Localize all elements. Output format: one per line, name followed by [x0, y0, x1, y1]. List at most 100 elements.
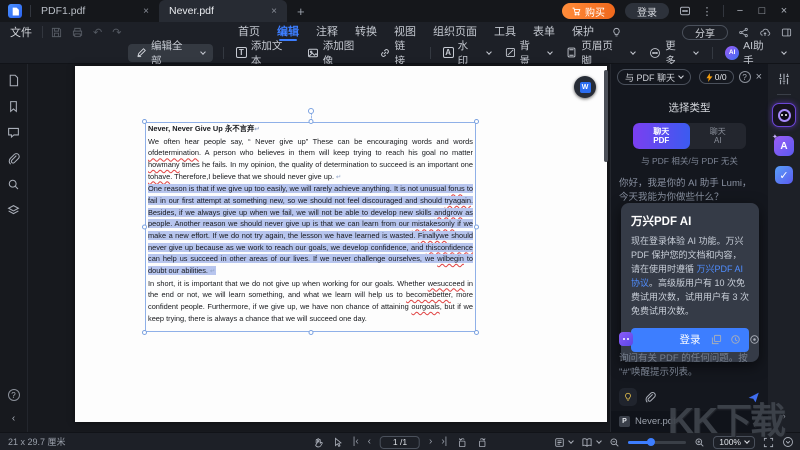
rotate-right-icon[interactable] — [476, 437, 487, 448]
resize-handle-nw[interactable] — [142, 119, 147, 124]
panel-toggle-icon[interactable] — [781, 27, 792, 38]
attach-file-icon[interactable] — [644, 391, 656, 403]
chat-pdf-toggle[interactable]: 聊天 PDF — [633, 123, 690, 149]
select-tool-icon[interactable] — [333, 437, 344, 448]
ai-panel-header: 与 PDF 聊天 0/0 ? × — [611, 64, 768, 90]
document-paragraph[interactable]: One reason is that if we give up too eas… — [148, 183, 473, 277]
zoom-out-icon[interactable] — [609, 437, 620, 448]
new-tab-button[interactable]: + — [297, 4, 305, 19]
rotate-left-icon[interactable] — [456, 437, 467, 448]
add-image-button[interactable]: 添加图像 — [307, 38, 365, 68]
cloud-upload-icon[interactable] — [759, 27, 771, 38]
auto-scroll-icon[interactable] — [782, 436, 794, 448]
misspelled-word: tohave — [148, 172, 170, 181]
resize-handle-w[interactable] — [142, 225, 147, 230]
paragraph-mark: ↵ — [254, 126, 259, 133]
zoom-level-select[interactable]: 100% — [713, 436, 755, 449]
background-button[interactable]: 背景 — [505, 38, 553, 68]
help-icon[interactable]: ? — [739, 71, 751, 83]
zoom-slider[interactable] — [628, 441, 686, 444]
tips-lamp-icon[interactable] — [611, 27, 622, 38]
watermark-button[interactable]: A 水印 — [443, 38, 491, 68]
edit-all-button[interactable]: 编辑全部 — [128, 44, 213, 62]
attached-file-chip[interactable]: P Never.pdf — [611, 411, 768, 432]
resize-handle-se[interactable] — [474, 330, 479, 335]
statusbar: 21 x 29.7 厘米 |‹ ‹ 1 /1 › ›| 100% — [0, 432, 800, 450]
document-area[interactable]: Never, Never Give Up 永不言弃↵We often hear … — [28, 64, 610, 432]
header-footer-button[interactable]: 页眉页脚 — [566, 38, 635, 68]
zoom-slider-knob[interactable] — [647, 438, 655, 446]
convert-to-word-button[interactable]: W — [574, 76, 596, 98]
document-title[interactable]: Never, Never Give Up 永不言弃↵ — [148, 123, 473, 136]
prompt-library-icon[interactable] — [619, 332, 633, 346]
ai-proofread-icon[interactable]: ✓ — [775, 166, 793, 184]
bookmark-icon[interactable] — [7, 100, 20, 113]
ai-assistant-lumi-icon[interactable] — [772, 103, 796, 127]
fit-screen-icon[interactable] — [763, 437, 774, 448]
selected-text-block[interactable]: Never, Never Give Up 永不言弃↵We often hear … — [145, 122, 476, 332]
document-paragraph[interactable]: We often hear people say, “ Never give u… — [148, 136, 473, 184]
next-page-button[interactable]: › — [429, 437, 432, 447]
last-page-button[interactable]: ›| — [441, 437, 447, 447]
settings-target-icon[interactable] — [749, 334, 760, 345]
resize-handle-ne[interactable] — [474, 119, 479, 124]
kebab-menu-icon[interactable]: ⋮ — [701, 5, 713, 18]
idea-bulb-icon[interactable] — [619, 388, 637, 406]
redo-icon[interactable]: ↷ — [112, 26, 121, 39]
history-icon[interactable] — [730, 334, 741, 345]
new-chat-icon[interactable] — [711, 334, 722, 345]
chevron-down-icon — [630, 49, 636, 55]
document-paragraph[interactable]: In short, it is important that we do not… — [148, 278, 473, 325]
chat-ai-toggle[interactable]: 聊天 AI — [690, 123, 747, 149]
link-button[interactable]: 链接 — [379, 38, 416, 68]
resize-handle-s[interactable] — [308, 330, 313, 335]
close-window-button[interactable]: × — [778, 5, 790, 17]
hand-tool-icon[interactable] — [313, 437, 324, 448]
first-page-button[interactable]: |‹ — [353, 437, 359, 447]
undo-icon[interactable]: ↶ — [93, 26, 102, 39]
prev-page-button[interactable]: ‹ — [368, 437, 371, 447]
feedback-icon[interactable] — [679, 5, 691, 17]
collapse-sidebar-icon[interactable]: ‹ — [12, 413, 15, 424]
chat-mode-dropdown[interactable]: 与 PDF 聊天 — [617, 69, 691, 85]
file-menu[interactable]: 文件 — [0, 24, 42, 40]
ai-translate-icon[interactable]: ✦A — [774, 136, 794, 156]
save-icon[interactable] — [51, 27, 62, 38]
document-tab-never[interactable]: Never.pdf × — [159, 0, 287, 22]
pdf-page[interactable]: Never, Never Give Up 永不言弃↵We often hear … — [75, 66, 607, 422]
send-icon[interactable] — [747, 391, 760, 404]
close-tab-icon[interactable]: × — [271, 6, 277, 17]
attachment-icon[interactable] — [7, 152, 20, 165]
collapse-panel-icon[interactable]: › — [782, 411, 785, 422]
help-icon[interactable]: ? — [8, 389, 20, 401]
minimize-button[interactable]: − — [734, 5, 746, 17]
rotation-handle[interactable] — [308, 108, 314, 114]
comment-icon[interactable] — [7, 126, 20, 139]
buy-button[interactable]: 购买 — [562, 3, 615, 19]
add-text-button[interactable]: T 添加文本 — [236, 38, 293, 68]
close-panel-icon[interactable]: × — [756, 71, 762, 83]
thumbnails-icon[interactable] — [7, 74, 20, 87]
more-button[interactable]: 更多 — [649, 38, 698, 68]
maximize-button[interactable]: □ — [756, 5, 768, 17]
page-layout-button[interactable] — [554, 437, 573, 448]
document-tab-pdf1[interactable]: PDF1.pdf × — [31, 0, 159, 22]
print-icon[interactable] — [72, 27, 83, 38]
search-icon[interactable] — [7, 178, 20, 191]
zoom-in-icon[interactable] — [694, 437, 705, 448]
ai-assistant-button[interactable]: AI AI助手 — [725, 38, 786, 68]
chat-input-placeholder[interactable]: 询问有关 PDF 的任何问题。按 "#"唤醒提示列表。 — [619, 352, 760, 381]
properties-sliders-icon[interactable] — [777, 72, 791, 86]
layers-icon[interactable] — [7, 204, 20, 217]
login-button[interactable]: 登录 — [625, 3, 669, 19]
resize-handle-e[interactable] — [474, 225, 479, 230]
vertical-scrollbar[interactable] — [604, 70, 608, 162]
app-logo-icon[interactable] — [8, 4, 22, 18]
resize-handle-n[interactable] — [308, 119, 313, 124]
page-indicator[interactable]: 1 /1 — [380, 436, 420, 449]
read-mode-button[interactable] — [581, 437, 601, 448]
page-layout-icon — [554, 437, 565, 448]
resize-handle-sw[interactable] — [142, 330, 147, 335]
close-tab-icon[interactable]: × — [143, 6, 149, 17]
share-nodes-icon[interactable] — [738, 27, 749, 38]
